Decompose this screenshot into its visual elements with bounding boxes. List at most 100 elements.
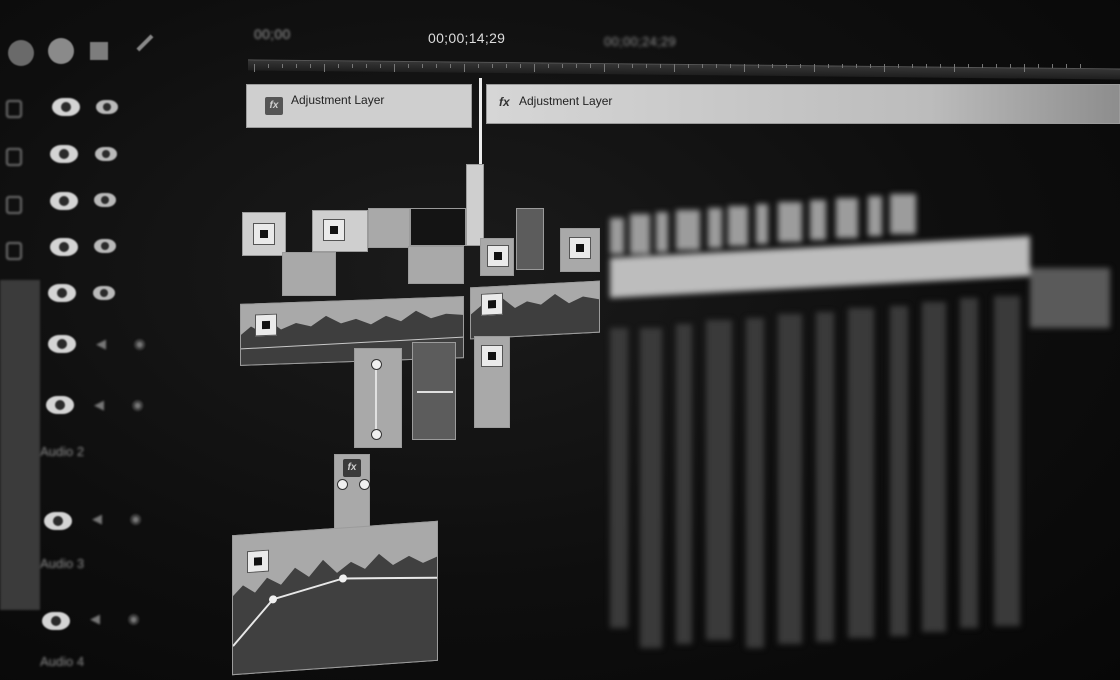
track-headers-panel: ◀ ◉ ◀ ◉ Audio 2 ◀ ◉ Audio 3 ◀ ◉ Audio 4 [0, 0, 230, 680]
video-clip[interactable] [282, 252, 336, 296]
lock-icon[interactable] [6, 242, 22, 260]
ruler-tick [1052, 64, 1053, 68]
ruler-tick [632, 64, 633, 68]
ruler-tick [380, 64, 381, 68]
lock-icon[interactable] [6, 148, 22, 166]
track-selection-bar [0, 280, 40, 610]
solo-icon[interactable]: ◉ [130, 512, 144, 526]
ruler-tick [366, 64, 367, 68]
eye-icon[interactable] [94, 193, 116, 207]
ruler-tick [688, 64, 689, 68]
blurred-clips-graphic [610, 194, 1110, 648]
eye-icon[interactable] [46, 396, 74, 414]
audio-clip-with-keyframes[interactable] [232, 520, 438, 676]
ruler-tick [884, 64, 885, 72]
video-clip[interactable] [560, 228, 600, 272]
marker-icon[interactable] [90, 42, 108, 60]
track-label-audio-3: Audio 3 [40, 556, 85, 571]
time-ruler[interactable]: 00;00 00;00;14;29 00;00;24;29 [240, 20, 1120, 80]
clip-thumbnail-icon [487, 245, 509, 267]
ruler-tick [436, 64, 437, 68]
timecode-start: 00;00 [254, 26, 291, 42]
snap-icon[interactable] [48, 38, 74, 64]
fx-icon: fx [343, 459, 361, 477]
clip-thumbnail-icon [247, 549, 269, 574]
eye-icon[interactable] [50, 192, 78, 210]
ruler-tick [982, 64, 983, 68]
audio-clip[interactable] [470, 280, 600, 340]
keyframe-point[interactable] [371, 429, 382, 440]
ruler-tick [464, 64, 465, 72]
solo-icon[interactable]: ◉ [132, 398, 146, 412]
clip-label: Adjustment Layer [519, 94, 613, 108]
track-label-audio-4: Audio 4 [40, 654, 85, 669]
keyframe-point[interactable] [337, 479, 348, 490]
ruler-tick [604, 64, 605, 72]
ruler-tick [254, 64, 255, 72]
ruler-tick [296, 64, 297, 68]
video-clip[interactable] [516, 208, 544, 270]
speaker-icon[interactable]: ◀ [96, 337, 110, 351]
ruler-tick [324, 64, 325, 72]
playhead[interactable] [479, 78, 482, 174]
fx-icon: fx [265, 97, 283, 115]
blurred-timeline-region [610, 128, 1120, 680]
solo-icon[interactable]: ◉ [134, 337, 148, 351]
ruler-tick [940, 64, 941, 68]
clip-thumbnail-icon [569, 237, 591, 259]
eye-icon[interactable] [93, 286, 115, 300]
ruler-tick [590, 64, 591, 68]
settings-icon[interactable] [8, 40, 34, 66]
video-clip[interactable] [312, 210, 368, 252]
eye-icon[interactable] [96, 100, 118, 114]
eye-icon[interactable] [94, 239, 116, 253]
keyframe-line [417, 391, 453, 393]
eye-icon[interactable] [44, 512, 72, 530]
adjustment-layer-clip[interactable]: fx Adjustment Layer [486, 84, 1120, 124]
keyframe-point[interactable] [371, 359, 382, 370]
audio-clip[interactable] [354, 348, 402, 448]
ruler-tick [1010, 64, 1011, 68]
eye-icon[interactable] [48, 284, 76, 302]
speaker-icon[interactable]: ◀ [92, 512, 106, 526]
eye-icon[interactable] [50, 238, 78, 256]
audio-clip[interactable] [412, 342, 456, 440]
lock-icon[interactable] [6, 100, 22, 118]
speaker-icon[interactable]: ◀ [90, 612, 104, 626]
eye-icon[interactable] [95, 147, 117, 161]
ruler-tick [856, 64, 857, 68]
ruler-tick [1024, 64, 1025, 72]
ruler-tick [478, 64, 479, 68]
ruler-tick [268, 64, 269, 68]
video-clip[interactable] [410, 208, 466, 246]
playhead-timecode: 00;00;14;29 [428, 30, 506, 46]
ruler-tick [618, 64, 619, 68]
video-clip[interactable] [408, 246, 464, 284]
ruler-tick [842, 64, 843, 68]
speaker-icon[interactable]: ◀ [94, 398, 108, 412]
video-clip[interactable] [242, 212, 286, 256]
ruler-bar[interactable] [248, 59, 1120, 80]
eye-icon[interactable] [52, 98, 80, 116]
eye-icon[interactable] [42, 612, 70, 630]
timecode-end: 00;00;24;29 [604, 34, 676, 49]
eye-icon[interactable] [48, 335, 76, 353]
keyframe-point[interactable] [359, 479, 370, 490]
pen-icon[interactable] [136, 34, 168, 66]
video-clip[interactable] [466, 164, 484, 246]
clip-thumbnail-icon [323, 219, 345, 241]
clip-thumbnail-icon [255, 313, 277, 337]
fx-icon: fx [499, 95, 510, 109]
ruler-tick [534, 64, 535, 72]
adjustment-layer-clip[interactable]: fx Adjustment Layer [246, 84, 472, 128]
audio-clip[interactable] [474, 336, 510, 428]
ruler-tick [898, 64, 899, 68]
eye-icon[interactable] [50, 145, 78, 163]
ruler-tick [1066, 64, 1067, 68]
video-clip[interactable] [368, 208, 410, 248]
lock-icon[interactable] [6, 196, 22, 214]
video-clip[interactable] [480, 238, 514, 276]
ruler-tick [576, 64, 577, 68]
solo-icon[interactable]: ◉ [128, 612, 142, 626]
ruler-tick [996, 64, 997, 68]
